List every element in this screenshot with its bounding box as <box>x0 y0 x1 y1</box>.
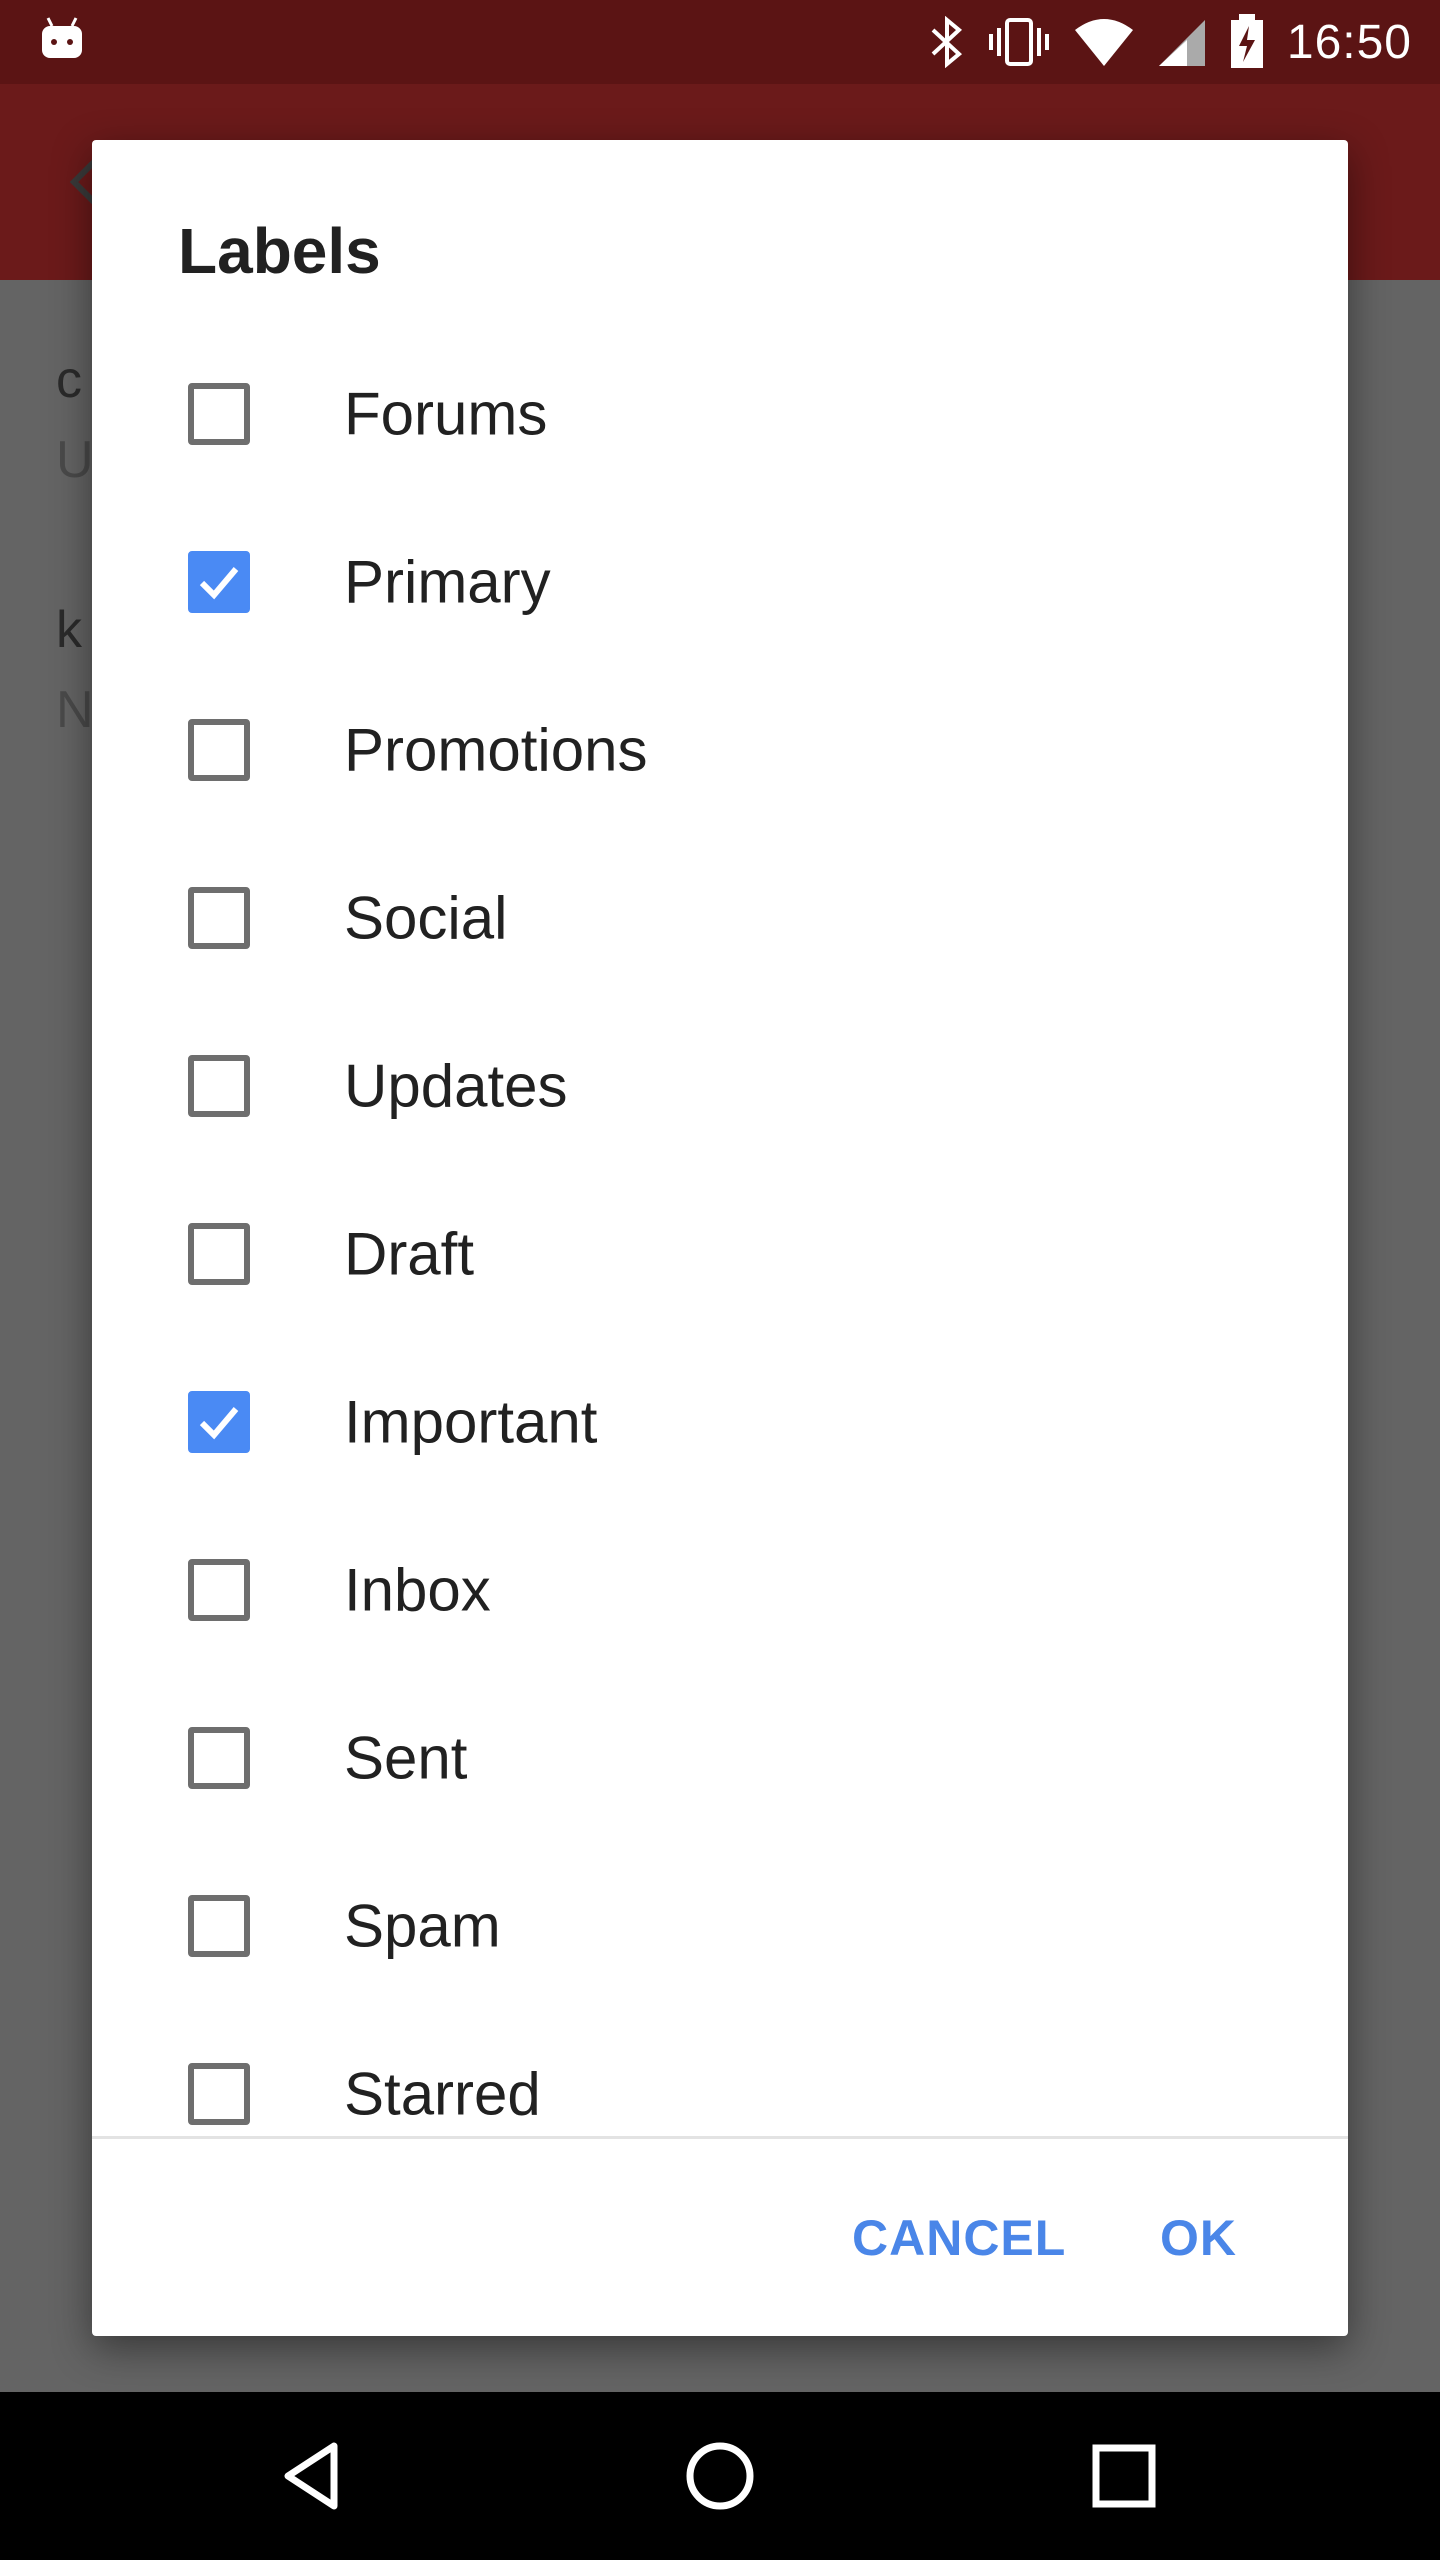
android-debug-icon <box>42 17 82 58</box>
label-option-social[interactable]: Social <box>92 834 1348 1002</box>
label-option-text: Spam <box>344 1892 501 1960</box>
dialog-title: Labels <box>178 215 381 287</box>
wifi-icon <box>1074 19 1133 66</box>
label-option-text: Promotions <box>344 716 648 784</box>
checkmark-icon <box>199 1407 239 1440</box>
label-option-sent[interactable]: Sent <box>92 1674 1348 1842</box>
cancel-button[interactable]: CANCEL <box>852 2200 1066 2276</box>
label-list[interactable]: Forums Primary Promotions Social Updates… <box>92 330 1348 2278</box>
status-bar: 16:50 <box>0 0 1440 84</box>
background-item-title: k <box>56 601 82 659</box>
label-option-text: Primary <box>344 548 551 616</box>
label-option-text: Draft <box>344 1220 475 1288</box>
checkbox-unchecked-icon[interactable] <box>188 1223 250 1285</box>
home-circle-icon[interactable] <box>678 2434 762 2518</box>
checkbox-unchecked-icon[interactable] <box>188 1727 250 1789</box>
background-item-subtitle: N <box>56 681 94 739</box>
label-option-updates[interactable]: Updates <box>92 1002 1348 1170</box>
label-option-text: Important <box>344 1388 598 1456</box>
checkmark-icon <box>199 567 239 600</box>
vibrate-icon <box>988 18 1049 66</box>
background-list-item: c U <box>56 350 94 490</box>
label-option-spam[interactable]: Spam <box>92 1842 1348 2010</box>
label-option-text: Sent <box>344 1724 468 1792</box>
label-option-primary[interactable]: Primary <box>92 498 1348 666</box>
checkbox-checked-icon[interactable] <box>188 1391 250 1453</box>
label-option-text: Social <box>344 884 508 952</box>
checkbox-unchecked-icon[interactable] <box>188 383 250 445</box>
battery-charging-icon <box>1230 14 1263 68</box>
checkbox-unchecked-icon[interactable] <box>188 887 250 949</box>
label-option-text: Inbox <box>344 1556 491 1624</box>
background-item-subtitle: U <box>56 431 94 489</box>
label-option-forums[interactable]: Forums <box>92 330 1348 498</box>
checkbox-unchecked-icon[interactable] <box>188 1559 250 1621</box>
ok-button[interactable]: OK <box>1160 2200 1237 2276</box>
label-option-draft[interactable]: Draft <box>92 1170 1348 1338</box>
dialog-divider <box>92 2136 1348 2139</box>
labels-dialog: Labels Forums Primary Promotions Social … <box>92 140 1348 2336</box>
checkbox-unchecked-icon[interactable] <box>188 719 250 781</box>
bluetooth-icon <box>931 16 962 68</box>
label-option-text: Forums <box>344 380 548 448</box>
recents-square-icon[interactable] <box>1082 2434 1166 2518</box>
label-option-text: Starred <box>344 2060 541 2128</box>
checkbox-unchecked-icon[interactable] <box>188 2063 250 2125</box>
cell-signal-icon <box>1158 20 1205 66</box>
background-list-item: k N <box>56 600 94 740</box>
checkbox-unchecked-icon[interactable] <box>188 1055 250 1117</box>
background-item-title: c <box>56 351 82 409</box>
status-clock: 16:50 <box>1286 15 1412 69</box>
checkbox-unchecked-icon[interactable] <box>188 1895 250 1957</box>
label-option-promotions[interactable]: Promotions <box>92 666 1348 834</box>
label-option-text: Updates <box>344 1052 568 1120</box>
label-option-important[interactable]: Important <box>92 1338 1348 1506</box>
back-triangle-icon[interactable] <box>274 2434 358 2518</box>
label-option-inbox[interactable]: Inbox <box>92 1506 1348 1674</box>
checkbox-checked-icon[interactable] <box>188 551 250 613</box>
navigation-bar <box>0 2392 1440 2560</box>
dialog-actions: CANCEL OK <box>92 2140 1348 2336</box>
